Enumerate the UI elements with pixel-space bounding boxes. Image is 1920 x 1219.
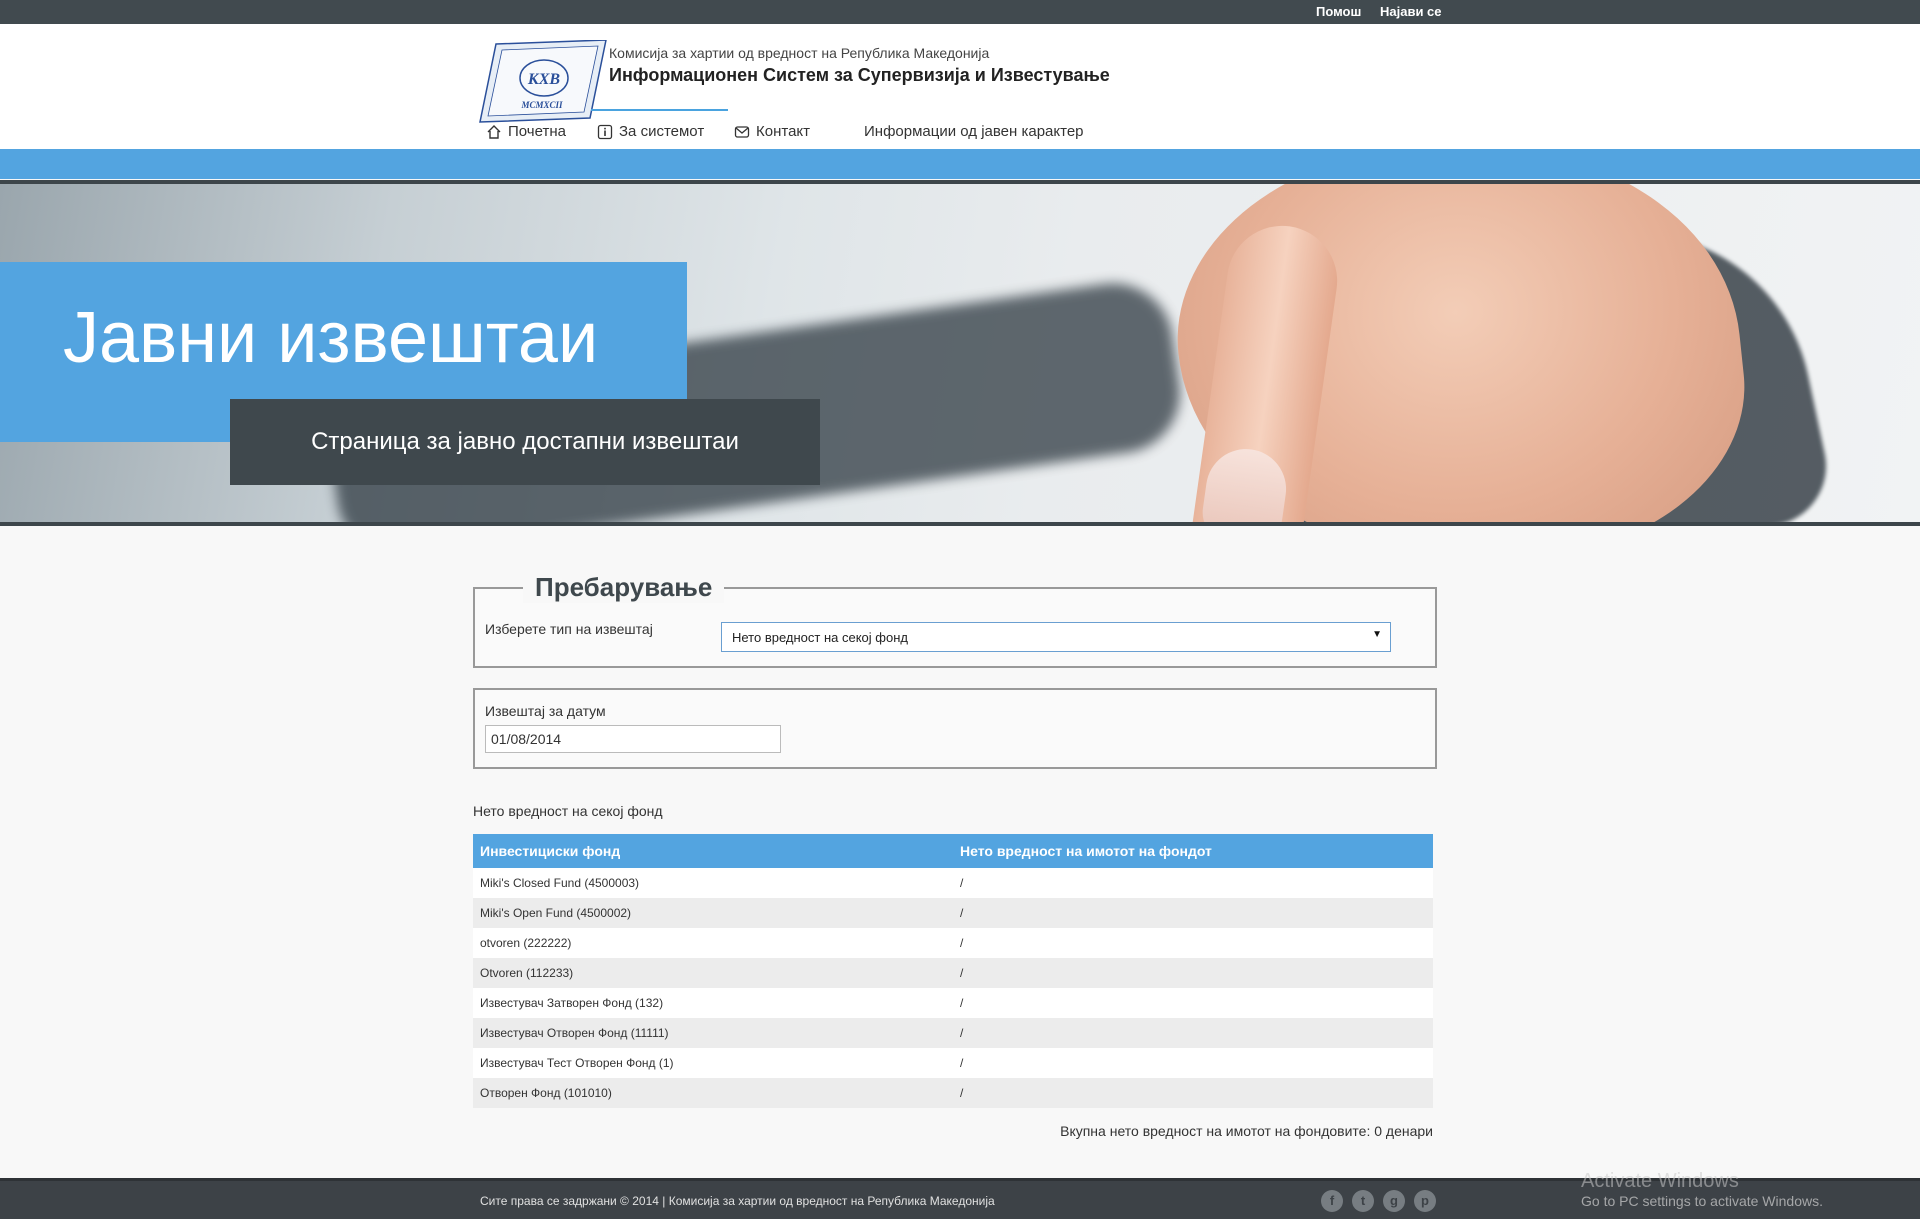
report-date-input[interactable]	[485, 725, 781, 753]
table-row: Известувач Отворен Фонд (11111) /	[473, 1018, 1433, 1048]
column-header-fund[interactable]: Инвестициски фонд	[473, 834, 953, 868]
fund-name-cell: Отворен Фонд (101010)	[473, 1078, 953, 1108]
chevron-down-icon: ▼	[1372, 629, 1382, 640]
net-value-cell: /	[953, 988, 1433, 1018]
hero-bottom-line	[0, 522, 1920, 526]
net-value-cell: /	[953, 868, 1433, 898]
hero-banner: Јавни извештаи Страница за јавно достапн…	[0, 184, 1920, 526]
nav-contact-label: Контакт	[756, 123, 811, 140]
help-link[interactable]: Помош	[1316, 4, 1361, 19]
login-link[interactable]: Најави се	[1380, 4, 1442, 19]
nav-contact[interactable]: Контакт	[734, 123, 810, 140]
column-header-net-value[interactable]: Нето вредност на имотот на фондот	[953, 834, 1433, 868]
net-value-cell: /	[953, 958, 1433, 988]
facebook-icon[interactable]: f	[1321, 1190, 1343, 1212]
report-type-label: Изберете тип на извештај	[485, 621, 653, 637]
table-row: Miki's Closed Fund (4500003) /	[473, 868, 1433, 898]
net-value-cell: /	[953, 1018, 1433, 1048]
table-row: Известувач Тест Отворен Фонд (1) /	[473, 1048, 1433, 1078]
nav-public-info-label: Информации од јавен карактер	[864, 123, 1084, 140]
org-name-big: Информационен Систем за Супервизија и Из…	[609, 65, 1110, 85]
nav-about[interactable]: За системот	[597, 123, 704, 140]
fund-name-cell: Известувач Тест Отворен Фонд (1)	[473, 1048, 953, 1078]
search-legend: Пребарување	[523, 572, 725, 603]
table-row: Otvoren (112233) /	[473, 958, 1433, 988]
net-value-cell: /	[953, 898, 1433, 928]
date-fieldset: Извештај за датум	[473, 688, 1437, 769]
pinterest-icon[interactable]: p	[1414, 1190, 1436, 1212]
mail-icon	[734, 125, 750, 138]
search-fieldset: Пребарување Изберете тип на извештај Нет…	[473, 572, 1437, 668]
accent-band	[0, 149, 1920, 179]
kxb-logo[interactable]: КХВ MCMXCII	[478, 40, 608, 124]
total-net-value: Вкупна нето вредност на имотот на фондов…	[1060, 1123, 1433, 1139]
fund-name-cell: Miki's Closed Fund (4500003)	[473, 868, 953, 898]
nav-public-info[interactable]: Информации од јавен карактер	[864, 123, 1084, 140]
activation-watermark-title: Activate Windows	[1581, 1170, 1739, 1192]
table-row: otvoren (222222) /	[473, 928, 1433, 958]
svg-text:MCMXCII: MCMXCII	[520, 100, 563, 110]
net-value-cell: /	[953, 1048, 1433, 1078]
org-name-small: Комисија за хартии од вредност на Републ…	[609, 45, 990, 61]
table-header-row: Инвестициски фонд Нето вредност на имото…	[473, 834, 1433, 868]
table-row: Miki's Open Fund (4500002) /	[473, 898, 1433, 928]
footer-copyright: Сите права се задржани © 2014 | Комисија…	[480, 1194, 995, 1208]
nav-active-indicator	[591, 109, 728, 111]
table-row: Отворен Фонд (101010) /	[473, 1078, 1433, 1108]
net-value-cell: /	[953, 1078, 1433, 1108]
report-date-label: Извештај за датум	[485, 703, 606, 719]
fund-name-cell: Известувач Отворен Фонд (11111)	[473, 1018, 953, 1048]
fund-name-cell: Miki's Open Fund (4500002)	[473, 898, 953, 928]
nav-home[interactable]: Почетна	[486, 123, 566, 140]
report-type-selected: Нето вредност на секој фонд	[732, 630, 908, 645]
top-bar: Помош Најави се	[0, 0, 1920, 24]
nav-about-label: За системот	[619, 123, 705, 140]
activation-watermark-text: Go to PC settings to activate Windows.	[1581, 1193, 1823, 1209]
page-subtitle: Страница за јавно достапни извештаи	[311, 428, 739, 455]
header: КХВ MCMXCII Комисија за хартии од вредно…	[0, 24, 1920, 149]
fund-name-cell: Otvoren (112233)	[473, 958, 953, 988]
home-icon	[487, 124, 501, 139]
fund-name-cell: otvoren (222222)	[473, 928, 953, 958]
info-icon	[597, 124, 613, 139]
table-row: Известувач Затворен Фонд (132) /	[473, 988, 1433, 1018]
net-value-cell: /	[953, 928, 1433, 958]
report-type-select[interactable]: Нето вредност на секој фонд ▼	[721, 622, 1391, 652]
nav-home-label: Почетна	[508, 123, 566, 140]
hero-subtitle-box: Страница за јавно достапни извештаи	[230, 399, 820, 485]
fund-name-cell: Известувач Затворен Фонд (132)	[473, 988, 953, 1018]
report-title: Нето вредност на секој фонд	[473, 803, 663, 819]
twitter-icon[interactable]: t	[1352, 1190, 1374, 1212]
page-title: Јавни извештаи	[63, 298, 599, 378]
google-plus-icon[interactable]: g	[1383, 1190, 1405, 1212]
funds-table: Инвестициски фонд Нето вредност на имото…	[473, 834, 1433, 1108]
svg-text:КХВ: КХВ	[527, 71, 561, 88]
